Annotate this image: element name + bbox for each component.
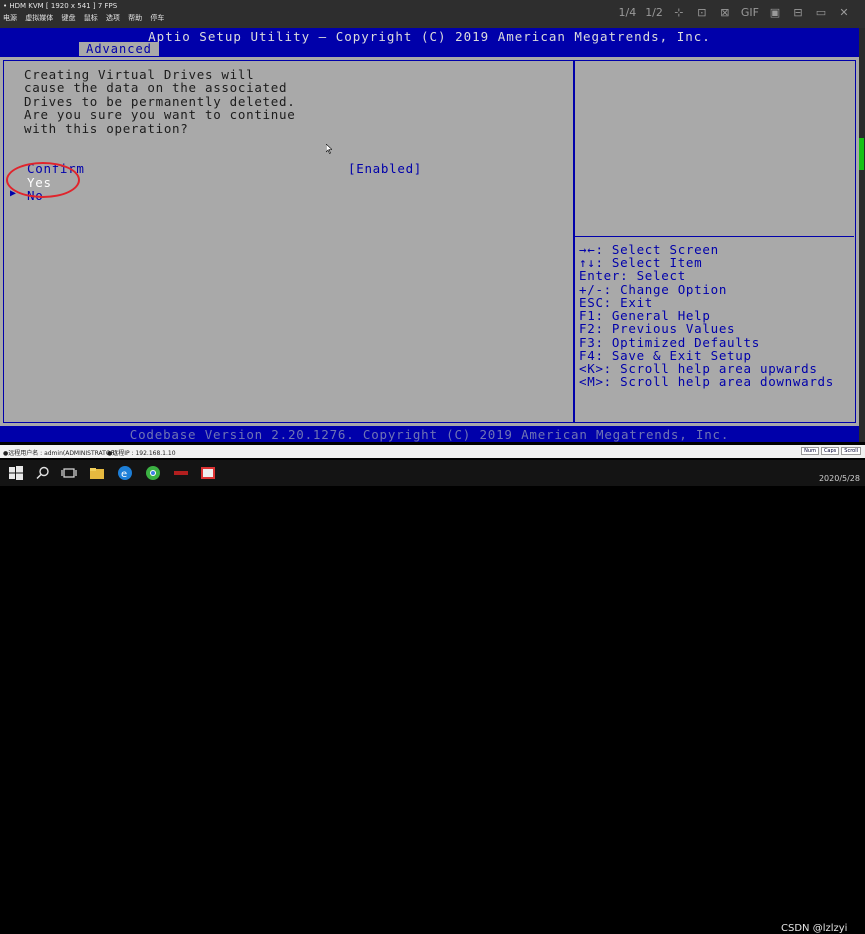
help-previous-values: F2: Previous Values	[579, 321, 736, 336]
bios-footer: Codebase Version 2.20.1276. Copyright (C…	[0, 426, 859, 442]
kvm-app-icon[interactable]	[200, 465, 216, 481]
mouse-cursor-icon	[326, 144, 332, 154]
help-enter: Enter: Select	[579, 268, 686, 283]
kvm-menu-power[interactable]: 电源	[3, 14, 17, 22]
remote-user: ●远程用户名 : admin(ADMINISTRATOR)	[3, 450, 118, 457]
num-lock-indicator: Num	[801, 447, 819, 455]
close-icon[interactable]: ✕	[837, 6, 851, 19]
csdn-watermark: CSDN @lzlzyi	[781, 923, 848, 934]
kvm-menu-virtual-media[interactable]: 虚拟媒体	[25, 14, 53, 22]
caps-lock-indicator: Caps	[820, 447, 840, 455]
windows-start-icon[interactable]	[8, 465, 24, 481]
kvm-menu-help[interactable]: 帮助	[128, 14, 142, 22]
system-tray-clock: 2020/5/28	[819, 462, 860, 484]
task-view-icon[interactable]	[61, 465, 77, 481]
help-scroll-down: <M>: Scroll help area downwards	[579, 374, 834, 389]
svg-text:e: e	[121, 469, 127, 480]
fit-icon[interactable]: ⊹	[672, 6, 686, 19]
warning-line: cause the data on the associated	[24, 80, 288, 96]
warning-message: Creating Virtual Drives will cause the da…	[24, 68, 295, 135]
zoom-quarter-button[interactable]: 1/4	[618, 6, 636, 19]
kvm-tool-buttons: 1/4 1/2 ⊹ ⊡ ⊠ GIF ▣ ⊟ ▭ ✕	[618, 6, 851, 19]
confirm-value[interactable]: [Enabled]	[348, 161, 422, 176]
zoom-half-button[interactable]: 1/2	[645, 6, 663, 19]
remote-ip: ●远程IP : 192.168.1.10	[107, 450, 176, 457]
warning-line: Creating Virtual Drives will	[24, 67, 255, 82]
windows-taskbar: e CSDN @lzlzyi 2020/5/28	[0, 460, 865, 934]
footer-text: Codebase Version 2.20.1276. Copyright (C…	[129, 427, 730, 442]
fullscreen-icon[interactable]: ⊡	[695, 6, 709, 19]
warning-line: Drives to be permanently deleted.	[24, 93, 296, 109]
screenshot-icon[interactable]: ⊠	[718, 6, 732, 19]
minimize-icon[interactable]: ⊟	[791, 6, 805, 19]
kvm-window-title: • HDM KVM [ 1920 x 541 ] 7 FPS	[3, 2, 118, 10]
warning-line: Are you sure you want to continue	[24, 107, 296, 123]
scrollbar-thumb[interactable]	[859, 138, 864, 170]
bios-screen: Aptio Setup Utility – Copyright (C) 2019…	[0, 28, 859, 442]
bios-header: Aptio Setup Utility – Copyright (C) 2019…	[0, 28, 859, 57]
kvm-menu-mouse[interactable]: 鼠标	[84, 14, 98, 22]
kvm-scrollbar[interactable]	[859, 28, 865, 442]
kvm-menu-options[interactable]: 选项	[106, 14, 120, 22]
maximize-icon[interactable]: ▭	[814, 6, 828, 19]
warning-line: with this operation?	[24, 120, 189, 136]
tab-advanced[interactable]: Advanced	[79, 42, 159, 56]
search-icon[interactable]	[35, 465, 51, 481]
record-gif-button[interactable]: GIF	[741, 6, 759, 19]
lock-indicators: Num Caps Scroll	[801, 447, 861, 455]
chrome-browser-icon[interactable]	[145, 465, 161, 481]
red-app-icon[interactable]	[173, 465, 189, 481]
help-divider	[575, 236, 854, 237]
kvm-menu-bar: 电源 虚拟媒体 键盘 鼠标 选项 帮助 停车	[3, 13, 170, 23]
file-explorer-icon[interactable]	[89, 465, 105, 481]
scroll-lock-indicator: Scroll	[841, 447, 861, 455]
keyboard-icon[interactable]: ▣	[768, 6, 782, 19]
highlight-circle	[6, 162, 80, 198]
kvm-status-bar: ●远程用户名 : admin(ADMINISTRATOR) ●远程IP : 19…	[0, 445, 865, 458]
kvm-menu-stop[interactable]: 停车	[150, 14, 164, 22]
kvm-toolbar: • HDM KVM [ 1920 x 541 ] 7 FPS 电源 虚拟媒体 键…	[0, 0, 865, 28]
kvm-menu-keyboard[interactable]: 键盘	[61, 14, 75, 22]
tray-date: 2020/5/28	[818, 474, 860, 483]
edge-browser-icon[interactable]: e	[117, 465, 133, 481]
